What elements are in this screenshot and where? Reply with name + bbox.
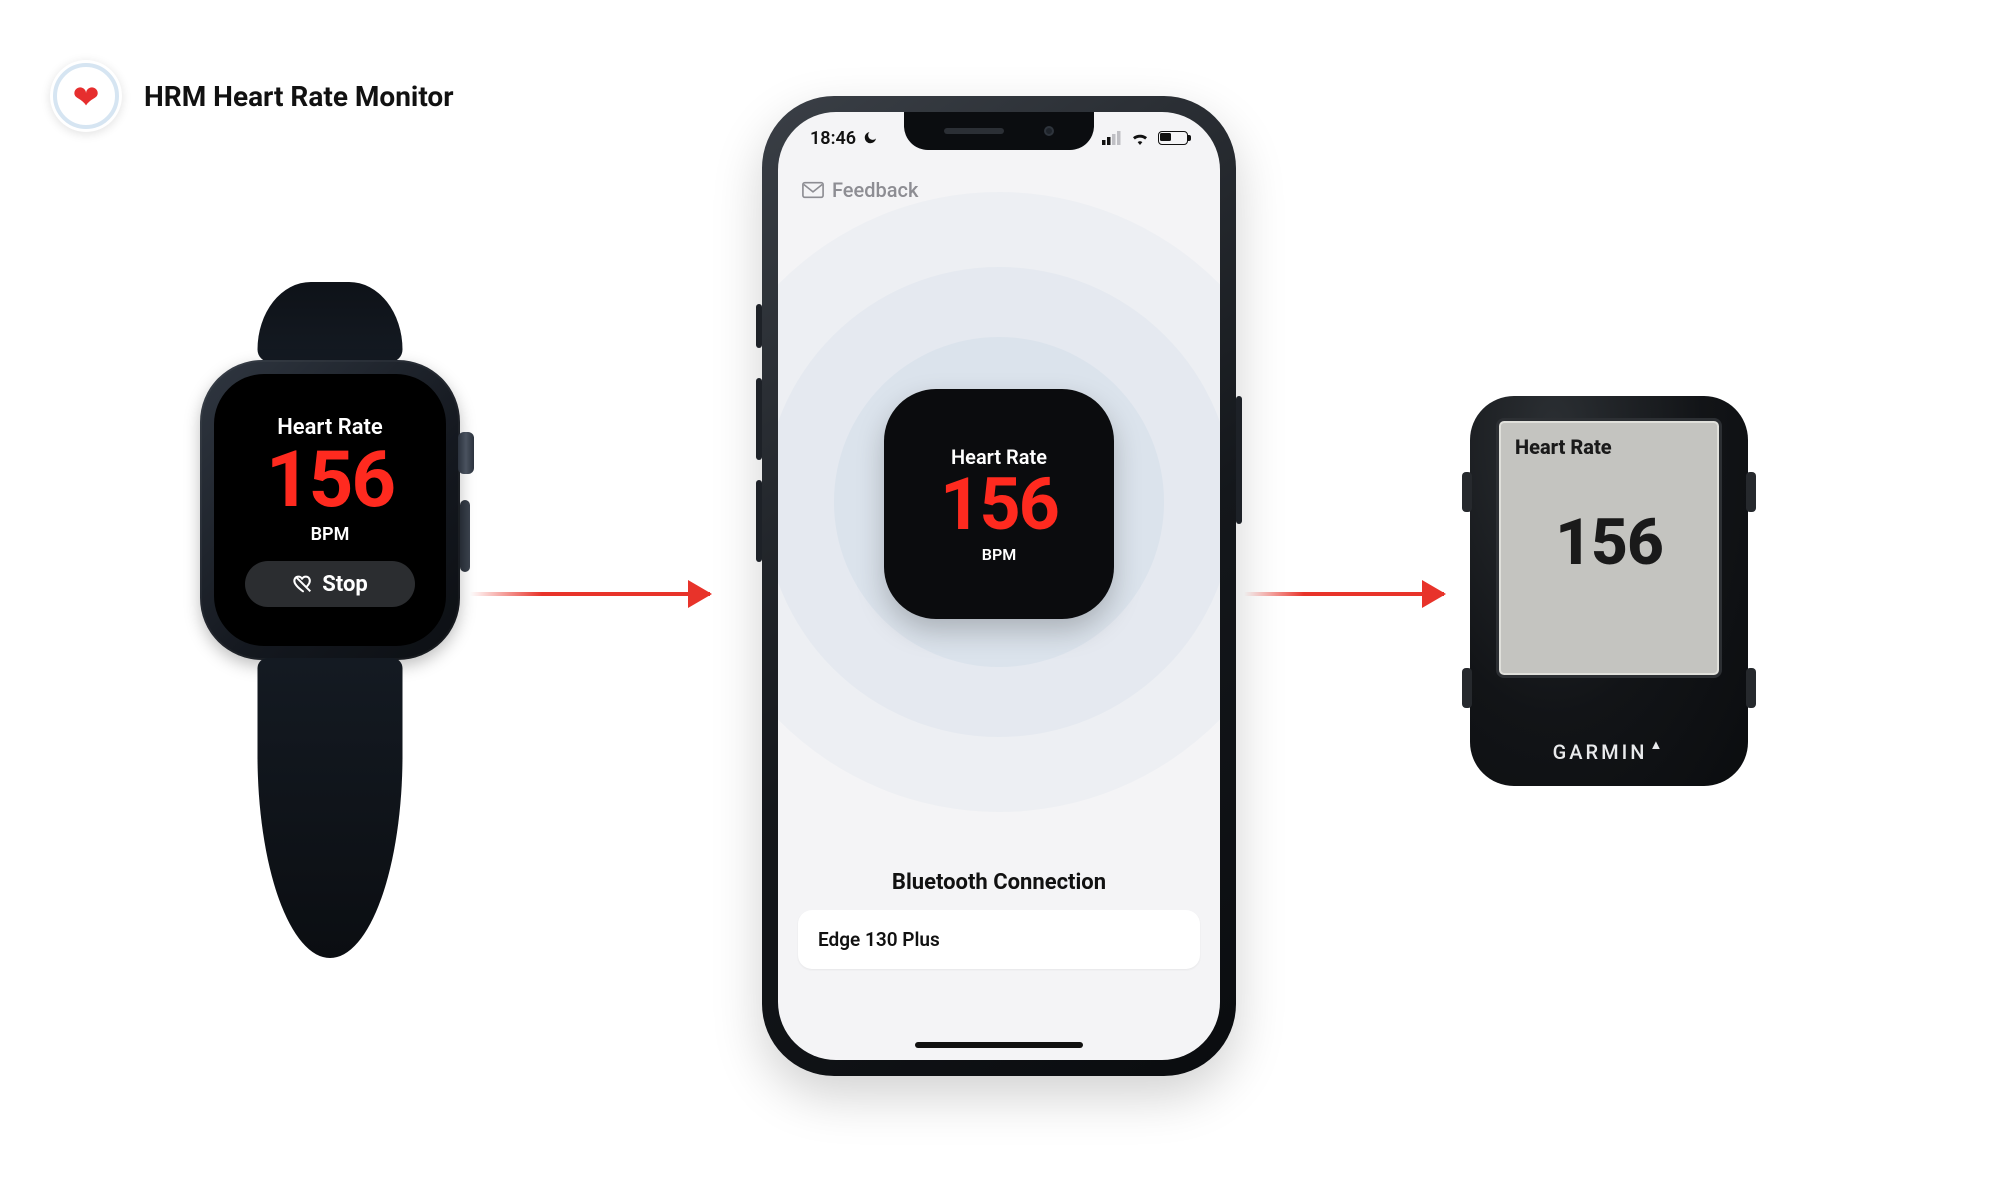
phone-screen: 18:46 Feedback Heart Rate 156 BPM Blueto… <box>778 112 1220 1060</box>
feedback-label: Feedback <box>832 178 918 202</box>
watch-side-button <box>460 500 470 572</box>
watch-hr-value: 156 <box>266 442 394 520</box>
stop-button-label: Stop <box>322 572 368 597</box>
watch-band <box>258 658 403 958</box>
heart-off-icon <box>292 573 314 595</box>
bluetooth-section-title: Bluetooth Connection <box>778 870 1220 895</box>
phone-notch <box>904 112 1094 150</box>
heart-rate-tile: Heart Rate 156 BPM <box>884 389 1114 619</box>
phone-mute-switch <box>756 304 762 348</box>
app-icon: ❤ <box>50 60 122 132</box>
phone-power-button <box>1236 396 1242 524</box>
garmin-screen: Heart Rate 156 <box>1496 418 1722 678</box>
wifi-icon <box>1130 131 1150 145</box>
garmin-button <box>1746 472 1756 512</box>
iphone-device: 18:46 Feedback Heart Rate 156 BPM Blueto… <box>762 96 1236 1076</box>
garmin-hr-label: Heart Rate <box>1515 435 1703 459</box>
stop-button[interactable]: Stop <box>245 561 415 607</box>
feedback-button[interactable]: Feedback <box>802 178 918 202</box>
heart-icon: ❤ <box>73 81 100 113</box>
bpm-label: BPM <box>982 545 1016 564</box>
garmin-button <box>1462 472 1472 512</box>
apple-watch-device: Heart Rate 156 BPM Stop <box>200 360 460 660</box>
phone-volume-down <box>756 480 762 562</box>
garmin-brand-text: GARMIN <box>1553 740 1648 764</box>
watch-crown <box>458 432 474 474</box>
app-title: HRM Heart Rate Monitor <box>144 80 454 113</box>
flow-arrow-icon <box>1244 592 1444 596</box>
garmin-button <box>1746 668 1756 708</box>
watch-case: Heart Rate 156 BPM Stop <box>200 360 460 660</box>
status-time: 18:46 <box>810 128 856 149</box>
hr-value: 156 <box>940 469 1058 541</box>
garmin-button <box>1462 668 1472 708</box>
mail-icon <box>802 181 824 199</box>
bluetooth-device-row[interactable]: Edge 130 Plus <box>798 910 1200 969</box>
cellular-icon <box>1102 131 1122 145</box>
phone-volume-up <box>756 378 762 460</box>
battery-icon <box>1158 131 1188 145</box>
camera-icon <box>1044 126 1054 136</box>
watch-screen: Heart Rate 156 BPM Stop <box>214 374 446 646</box>
header: ❤ HRM Heart Rate Monitor <box>50 60 454 132</box>
flow-arrow-icon <box>470 592 710 596</box>
watch-band <box>258 282 403 362</box>
moon-icon <box>862 130 878 146</box>
garmin-device: Heart Rate 156 GARMIN▲ <box>1470 396 1748 786</box>
garmin-delta-icon: ▲ <box>1649 737 1665 753</box>
garmin-brand-label: GARMIN▲ <box>1470 740 1748 764</box>
watch-bpm-label: BPM <box>311 524 350 545</box>
speaker-icon <box>944 128 1004 134</box>
home-indicator <box>915 1042 1083 1048</box>
bluetooth-device-name: Edge 130 Plus <box>818 928 940 951</box>
garmin-hr-value: 156 <box>1515 505 1703 580</box>
